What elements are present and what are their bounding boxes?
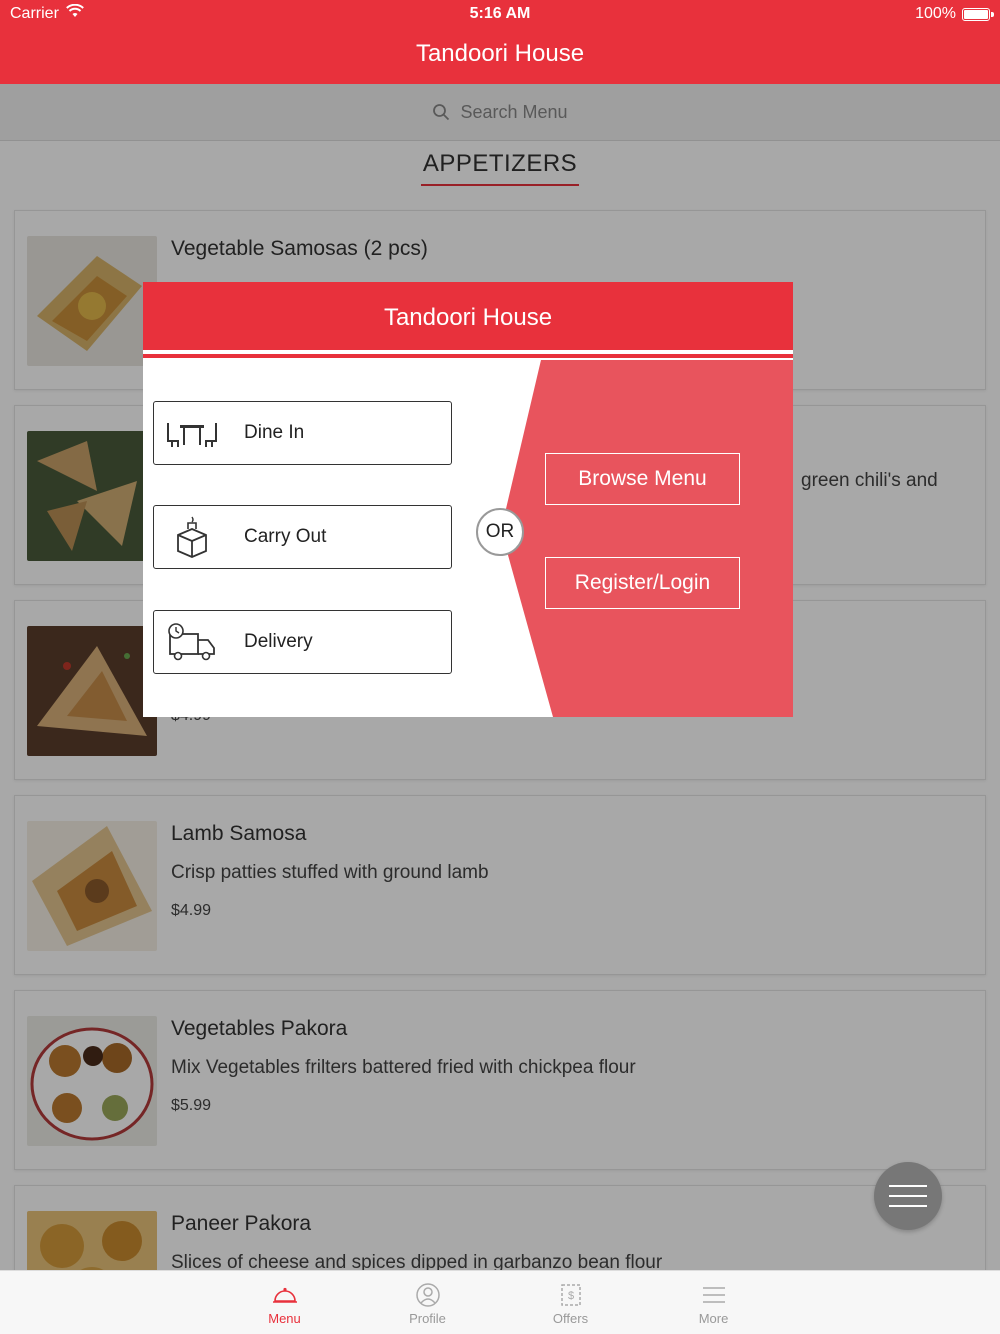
floating-menu-button[interactable] (874, 1162, 942, 1230)
nav-title: Tandoori House (415, 40, 585, 67)
or-label: OR (485, 521, 515, 542)
carry-out-button[interactable]: Carry Out (153, 505, 452, 569)
hamburger-line (889, 1195, 927, 1197)
profile-icon (415, 1283, 440, 1307)
tab-more[interactable]: More (642, 1271, 785, 1334)
status-bar: Carrier 5:16 AM 100% (0, 0, 1000, 28)
browse-menu-label: Browse Menu (578, 467, 707, 490)
register-login-label: Register/Login (574, 571, 711, 594)
delivery-truck-icon (168, 623, 215, 661)
tab-profile[interactable]: Profile (356, 1271, 499, 1334)
tab-menu[interactable]: Menu (213, 1271, 356, 1334)
hamburger-line (889, 1205, 927, 1207)
more-icon (702, 1287, 725, 1303)
cloche-icon (272, 1287, 297, 1303)
tab-offers[interactable]: $ Offers (499, 1271, 642, 1334)
tab-profile-label: Profile (409, 1311, 446, 1326)
or-divider-badge: OR (476, 508, 524, 556)
battery-icon (962, 8, 994, 21)
dine-in-table-icon (167, 423, 217, 447)
svg-text:$: $ (567, 1290, 573, 1302)
dine-in-label: Dine In (244, 422, 305, 443)
tab-bar: Menu Profile $ Offers More (0, 1270, 1000, 1334)
register-login-button[interactable]: Register/Login (545, 557, 740, 609)
tab-offers-label: Offers (552, 1311, 589, 1326)
delivery-button[interactable]: Delivery (153, 610, 452, 674)
hamburger-line (889, 1185, 927, 1187)
modal-body: Dine In Carry Out Delivery OR Browse Men… (143, 360, 793, 717)
carry-out-label: Carry Out (244, 526, 327, 547)
battery-percentage: 100% (915, 5, 956, 22)
order-type-modal: Tandoori House Dine In Carry Out Deliver… (143, 282, 793, 717)
tab-menu-label: Menu (268, 1311, 301, 1326)
offers-icon: $ (560, 1284, 581, 1306)
dine-in-button[interactable]: Dine In (153, 401, 452, 465)
clock: 5:16 AM (469, 5, 531, 22)
nav-bar: Tandoori House (0, 28, 1000, 84)
modal-title: Tandoori House (383, 304, 553, 331)
carry-out-box-icon (177, 516, 207, 558)
browse-menu-button[interactable]: Browse Menu (545, 453, 740, 505)
delivery-label: Delivery (244, 631, 313, 652)
modal-header: Tandoori House (143, 282, 793, 354)
tab-more-label: More (698, 1311, 729, 1326)
